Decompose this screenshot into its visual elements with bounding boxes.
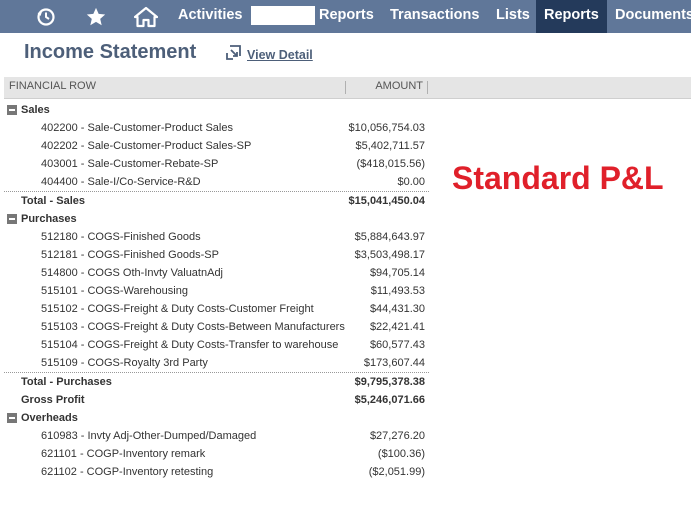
- nav-documents[interactable]: Documents: [615, 0, 691, 33]
- nav-blank-item: [251, 6, 315, 25]
- row-label: 512180 - COGS-Finished Goods: [41, 231, 201, 243]
- collapse-icon[interactable]: [7, 214, 17, 224]
- row-amount[interactable]: $27,276.20: [370, 427, 425, 445]
- page-title: Income Statement: [24, 41, 197, 63]
- table-row: 621102 - COGP-Inventory retesting ($2,05…: [4, 463, 429, 481]
- gross-profit-amount[interactable]: $5,246,071.66: [355, 391, 425, 409]
- row-label: 514800 - COGS Oth-Invty ValuatnAdj: [41, 267, 223, 279]
- row-label: 621102 - COGP-Inventory retesting: [41, 466, 214, 478]
- row-label: 621101 - COGP-Inventory remark: [41, 448, 206, 460]
- row-amount[interactable]: $60,577.43: [370, 336, 425, 354]
- row-amount[interactable]: $173,607.44: [364, 354, 425, 372]
- total-row-purchases: Total - Purchases $9,795,378.38: [4, 372, 429, 390]
- header-financial-row[interactable]: FINANCIAL ROW: [9, 80, 96, 92]
- section-label: Sales: [21, 104, 50, 116]
- table-row: 610983 - Invty Adj-Other-Dumped/Damaged …: [4, 427, 429, 445]
- row-amount[interactable]: $44,431.30: [370, 300, 425, 318]
- view-detail-label[interactable]: View Detail: [247, 48, 313, 62]
- row-amount[interactable]: $5,402,711.57: [355, 137, 425, 155]
- table-row: 515102 - COGS-Freight & Duty Costs-Custo…: [4, 300, 429, 318]
- star-icon[interactable]: [84, 0, 108, 33]
- table-row: 621101 - COGP-Inventory remark ($100.36): [4, 445, 429, 463]
- row-label: 610983 - Invty Adj-Other-Dumped/Damaged: [41, 430, 257, 442]
- table-header: FINANCIAL ROW AMOUNT: [4, 77, 691, 99]
- row-label: 403001 - Sale-Customer-Rebate-SP: [41, 158, 219, 170]
- row-label: 515102 - COGS-Freight & Duty Costs-Custo…: [41, 303, 314, 315]
- home-icon[interactable]: [132, 0, 160, 33]
- row-amount[interactable]: $0.00: [397, 173, 425, 191]
- collapse-icon[interactable]: [7, 413, 17, 423]
- table-row: 515101 - COGS-Warehousing $11,493.53: [4, 282, 429, 300]
- table-row: 402200 - Sale-Customer-Product Sales $10…: [4, 119, 429, 137]
- total-amount[interactable]: $9,795,378.38: [355, 373, 425, 391]
- annotation-standard-pl: Standard P&L: [452, 160, 664, 196]
- gross-profit-label: Gross Profit: [21, 394, 85, 406]
- row-label: 515109 - COGS-Royalty 3rd Party: [41, 357, 208, 369]
- row-label: 402202 - Sale-Customer-Product Sales-SP: [41, 140, 252, 152]
- column-divider[interactable]: [427, 81, 428, 94]
- row-amount[interactable]: $5,884,643.97: [355, 228, 425, 246]
- row-amount[interactable]: $94,705.14: [370, 264, 425, 282]
- recent-records-icon[interactable]: [34, 0, 58, 33]
- table-row: 404400 - Sale-I/Co-Service-R&D $0.00: [4, 173, 429, 191]
- section-purchases: Purchases: [4, 210, 429, 228]
- row-amount[interactable]: ($418,015.56): [357, 155, 426, 173]
- table-row: 515109 - COGS-Royalty 3rd Party $173,607…: [4, 354, 429, 372]
- row-amount[interactable]: $10,056,754.03: [349, 119, 425, 137]
- table-row: 403001 - Sale-Customer-Rebate-SP ($418,0…: [4, 155, 429, 173]
- row-label: 515104 - COGS-Freight & Duty Costs-Trans…: [41, 339, 339, 351]
- row-amount[interactable]: ($2,051.99): [369, 463, 425, 481]
- row-label: 402200 - Sale-Customer-Product Sales: [41, 122, 233, 134]
- gross-profit-row: Gross Profit $5,246,071.66: [4, 391, 429, 409]
- table-row: 512181 - COGS-Finished Goods-SP $3,503,4…: [4, 246, 429, 264]
- total-row-sales: Total - Sales $15,041,450.04: [4, 191, 429, 209]
- table-row: 512180 - COGS-Finished Goods $5,884,643.…: [4, 228, 429, 246]
- row-amount[interactable]: ($100.36): [378, 445, 425, 463]
- view-detail-link[interactable]: View Detail: [225, 44, 313, 66]
- nav-lists[interactable]: Lists: [496, 0, 530, 33]
- section-label: Overheads: [21, 412, 78, 424]
- top-navigation-bar: Activities Reports Transactions Lists Re…: [0, 0, 691, 33]
- view-detail-icon: [225, 44, 242, 66]
- nav-transactions[interactable]: Transactions: [390, 0, 479, 33]
- total-amount[interactable]: $15,041,450.04: [349, 192, 425, 210]
- row-label: 404400 - Sale-I/Co-Service-R&D: [41, 176, 201, 188]
- collapse-icon[interactable]: [7, 105, 17, 115]
- column-divider[interactable]: [345, 81, 346, 94]
- row-amount[interactable]: $22,421.41: [370, 318, 425, 336]
- table-row: 402202 - Sale-Customer-Product Sales-SP …: [4, 137, 429, 155]
- row-label: 512181 - COGS-Finished Goods-SP: [41, 249, 219, 261]
- nav-reports[interactable]: Reports: [319, 0, 374, 33]
- section-overheads: Overheads: [4, 409, 429, 427]
- row-label: 515101 - COGS-Warehousing: [41, 285, 188, 297]
- nav-reports-active[interactable]: Reports: [536, 0, 607, 33]
- table-row: 514800 - COGS Oth-Invty ValuatnAdj $94,7…: [4, 264, 429, 282]
- section-sales: Sales: [4, 101, 429, 119]
- row-amount[interactable]: $11,493.53: [371, 282, 425, 300]
- header-amount[interactable]: AMOUNT: [375, 80, 423, 92]
- total-label: Total - Sales: [21, 195, 85, 207]
- total-label: Total - Purchases: [21, 376, 112, 388]
- row-amount[interactable]: $3,503,498.17: [355, 246, 425, 264]
- row-label: 515103 - COGS-Freight & Duty Costs-Betwe…: [41, 321, 345, 333]
- section-label: Purchases: [21, 213, 77, 225]
- table-row: 515104 - COGS-Freight & Duty Costs-Trans…: [4, 336, 429, 354]
- nav-activities[interactable]: Activities: [178, 0, 242, 33]
- table-row: 515103 - COGS-Freight & Duty Costs-Betwe…: [4, 318, 429, 336]
